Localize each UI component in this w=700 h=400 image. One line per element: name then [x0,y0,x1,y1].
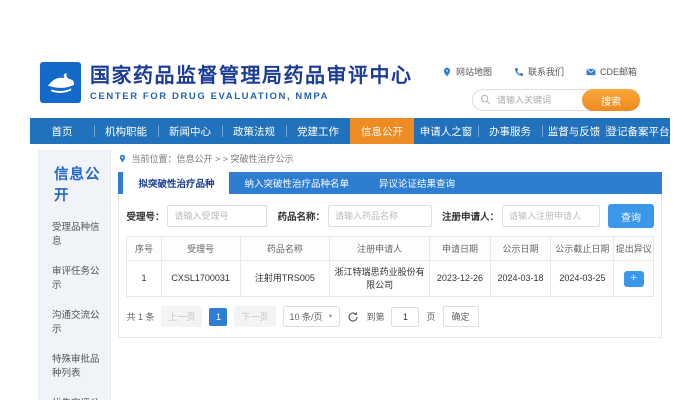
contact-link-label: 联系我们 [528,65,564,78]
page-size-value: 10 条/页 [290,310,323,323]
nav-item-home[interactable]: 首页 [30,118,94,144]
tab-bar: 拟突破性治疗品种 纳入突破性治疗品种名单 异议论证结果查询 [118,172,662,194]
cell-apply-date: 2023-12-26 [430,261,491,297]
page-canvas: 国家药品监督管理局药品审评中心 CENTER FOR DRUG EVALUATI… [0,0,700,400]
col-acceptance-no: 受理号 [161,237,240,261]
cell-objection: + [614,261,654,297]
applicant-label: 注册申请人： [442,209,499,223]
sidebar-item-review-tasks[interactable]: 审评任务公示 [39,255,110,299]
sidebar-title: 信息公开 [39,151,110,211]
cell-applicant: 浙江特瑞思药业股份有限公司 [330,261,430,297]
results-table: 序号 受理号 药品名称 注册申请人 申请日期 公示日期 公示截止日期 提出异议 [126,236,654,297]
site-title-group: 国家药品监督管理局药品审评中心 CENTER FOR DRUG EVALUATI… [90,64,413,102]
nav-item-registration-platform[interactable]: 登记备案平台 [606,118,670,144]
next-page-button[interactable]: 下一页 [234,306,275,327]
header-search: 搜索 [472,89,640,111]
col-index: 序号 [127,237,161,261]
location-pin-icon [442,67,452,77]
sidebar-item-communication[interactable]: 沟通交流公示 [39,299,110,343]
sidebar: 信息公开 受理品种信息 审评任务公示 沟通交流公示 特殊审批品种列表 优先审评公… [38,150,111,400]
cell-acceptance-no: CXSL1700031 [161,261,240,297]
cell-publish-end-date: 2024-03-25 [551,261,614,297]
acceptance-no-label: 受理号： [126,209,164,223]
acceptance-no-input[interactable] [167,205,267,227]
breadcrumb-text: 当前位置：信息公开 > > 突破性治疗公示 [131,152,293,165]
nav-item-supervision[interactable]: 监督与反馈 [542,118,606,144]
sitemap-link-label: 网站地图 [456,65,492,78]
total-count: 共 1 条 [126,310,154,323]
cde-logo [40,62,81,103]
envelope-icon [586,67,596,77]
drug-name-input[interactable] [328,205,432,227]
cell-drug-name: 注射用TRS005 [240,261,330,297]
nav-item-policies[interactable]: 政策法规 [222,118,286,144]
nav-item-functions[interactable]: 机构职能 [94,118,158,144]
mailbox-link-label: CDE邮箱 [600,65,637,78]
tab-included-list[interactable]: 纳入突破性治疗品种名单 [229,172,364,194]
breadcrumb: 当前位置：信息公开 > > 突破性治疗公示 [118,152,662,165]
goto-page-input[interactable] [391,307,419,327]
sitemap-link[interactable]: 网站地图 [442,65,492,78]
col-objection: 提出异议 [614,237,654,261]
nav-item-info-disclosure[interactable]: 信息公开 [350,118,414,144]
search-icon [480,94,491,105]
query-button[interactable]: 查询 [608,204,654,228]
add-objection-button[interactable]: + [624,271,644,287]
col-drug-name: 药品名称 [240,237,330,261]
tab-content-panel: 受理号： 药品名称： 注册申请人： 查询 [118,194,662,338]
page-size-select[interactable]: 10 条/页 ▼ [283,306,341,327]
contact-link[interactable]: 联系我们 [514,65,564,78]
content-area: 信息公开 受理品种信息 审评任务公示 沟通交流公示 特殊审批品种列表 优先审评公… [30,150,670,400]
cell-publish-date: 2024-03-18 [490,261,551,297]
quick-links: 网站地图 联系我们 CDE邮箱 [442,65,637,78]
site-header: 国家药品监督管理局药品审评中心 CENTER FOR DRUG EVALUATI… [30,55,670,118]
sidebar-item-priority-review[interactable]: 优先审评公示 [39,387,110,400]
col-apply-date: 申请日期 [430,237,491,261]
table-row: 1 CXSL1700031 注射用TRS005 浙江特瑞思药业股份有限公司 20… [127,261,654,297]
filter-bar: 受理号： 药品名称： 注册申请人： 查询 [126,204,654,228]
applicant-input[interactable] [502,205,600,227]
chevron-down-icon: ▼ [328,314,334,320]
col-applicant: 注册申请人 [330,237,430,261]
col-publish-date: 公示日期 [490,237,551,261]
goto-suffix: 页 [426,310,435,323]
site-container: 国家药品监督管理局药品审评中心 CENTER FOR DRUG EVALUATI… [30,55,670,400]
site-title: 国家药品监督管理局药品审评中心 [90,64,413,88]
table-header-row: 序号 受理号 药品名称 注册申请人 申请日期 公示日期 公示截止日期 提出异议 [127,237,654,261]
goto-confirm-button[interactable]: 确定 [443,306,479,327]
cell-index: 1 [127,261,161,297]
main-panel: 当前位置：信息公开 > > 突破性治疗公示 拟突破性治疗品种 纳入突破性治疗品种… [118,150,662,338]
prev-page-button[interactable]: 上一页 [161,306,202,327]
nav-item-services[interactable]: 办事服务 [478,118,542,144]
nav-item-party[interactable]: 党建工作 [286,118,350,144]
search-button[interactable]: 搜索 [582,89,640,111]
tab-objection-results[interactable]: 异议论证结果查询 [364,172,470,194]
main-nav: 首页 机构职能 新闻中心 政策法规 党建工作 信息公开 申请人之窗 办事服务 监… [30,118,670,144]
sidebar-item-accepted-varieties[interactable]: 受理品种信息 [39,211,110,255]
refresh-icon[interactable] [347,311,359,323]
nav-item-applicant-window[interactable]: 申请人之窗 [414,118,478,144]
site-subtitle: CENTER FOR DRUG EVALUATION, NMPA [90,91,413,102]
pagination: 共 1 条 上一页 1 下一页 10 条/页 ▼ 到第 页 确定 [126,306,654,327]
current-page[interactable]: 1 [209,308,227,326]
sidebar-item-special-approval[interactable]: 特殊审批品种列表 [39,343,110,387]
goto-prefix: 到第 [366,310,384,323]
phone-icon [514,67,524,77]
location-pin-icon [118,154,127,163]
swan-logo-icon [46,71,76,95]
tab-proposed-breakthrough[interactable]: 拟突破性治疗品种 [123,172,229,194]
drug-name-label: 药品名称： [277,209,325,223]
col-publish-end-date: 公示截止日期 [551,237,614,261]
mailbox-link[interactable]: CDE邮箱 [586,65,637,78]
nav-item-news[interactable]: 新闻中心 [158,118,222,144]
